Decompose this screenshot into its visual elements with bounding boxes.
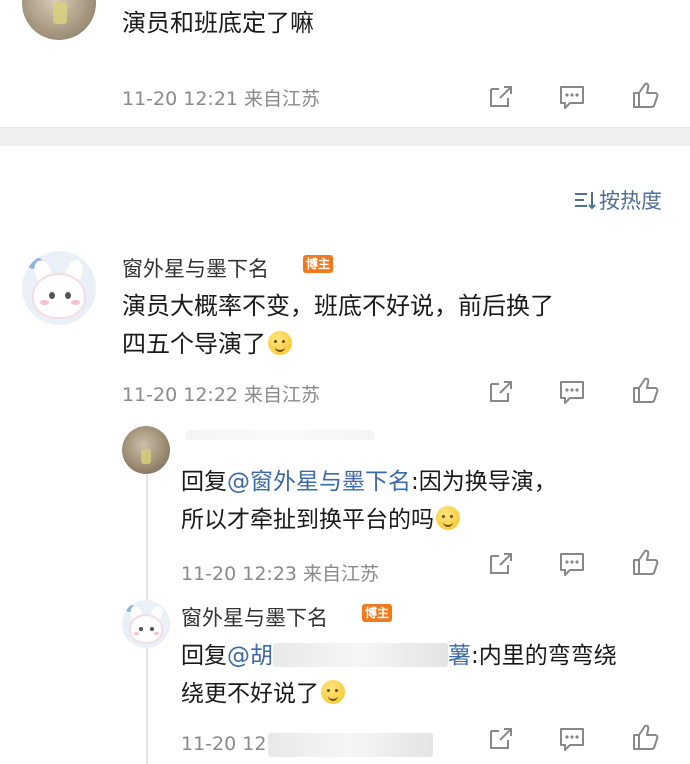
laugh-cry-emoji (321, 680, 345, 704)
comment-icon[interactable] (557, 377, 587, 407)
like-icon[interactable] (630, 80, 660, 110)
comment-meta: 11-20 12:22 来自江苏 (122, 384, 321, 406)
sort-label: 按热度 (599, 189, 662, 213)
reply-meta: 11-20 12 (181, 733, 267, 755)
share-icon[interactable] (486, 549, 516, 579)
comment-icon[interactable] (557, 724, 587, 754)
reply-prefix: 回复 (181, 643, 227, 669)
author-badge: 博主 (362, 604, 393, 622)
reply-text-fragment: :因为换导演， (411, 469, 557, 495)
reply-text: 回复@胡 薯:内里的弯弯绕 绕更不好说了 (181, 637, 681, 713)
sort-icon (573, 189, 597, 216)
sort-by-hot-button[interactable]: 按热度 (573, 185, 662, 216)
reply-text-fragment: 所以才牵扯到换平台的吗 (181, 507, 434, 533)
share-icon[interactable] (486, 377, 516, 407)
reply-text: 回复@窗外星与墨下名:因为换导演， 所以才牵扯到换平台的吗 (181, 463, 557, 539)
reply-meta: 11-20 12:23 来自江苏 (181, 563, 380, 585)
section-divider (0, 127, 690, 146)
reply-text-fragment: 绕更不好说了 (181, 681, 319, 707)
like-icon[interactable] (630, 547, 660, 577)
mention-link[interactable]: @胡 (227, 643, 273, 669)
comment-text-line: 四五个导演了 (122, 325, 554, 363)
comment-text: 演员大概率不变，班底不好说，前后换了 四五个导演了 (122, 287, 554, 363)
commenter-name[interactable]: 窗外星与墨下名 (122, 253, 269, 283)
comment-meta: 11-20 12:21 来自江苏 (122, 88, 321, 110)
mention-link[interactable]: @窗外星与墨下名 (227, 469, 411, 495)
comment-text-fragment: 四五个导演了 (122, 330, 266, 358)
reply-prefix: 回复 (181, 469, 227, 495)
comment-icon[interactable] (557, 549, 587, 579)
reply-thread-line (146, 425, 148, 764)
comment-text: 演员和班底定了嘛 (122, 9, 314, 37)
replier-avatar[interactable] (122, 426, 170, 474)
commenter-name[interactable]: 窗外星与墨下名 (181, 602, 328, 632)
sob-emoji (436, 506, 460, 530)
mention-link-end[interactable]: 薯 (448, 643, 471, 669)
meta-obscured (268, 733, 433, 757)
comment-text-line: 演员大概率不变，班底不好说，前后换了 (122, 292, 554, 320)
reply-text-line: 绕更不好说了 (181, 675, 681, 713)
reply-text-line: 回复@窗外星与墨下名:因为换导演， (181, 463, 557, 501)
mention-obscured (273, 643, 448, 667)
like-icon[interactable] (630, 722, 660, 752)
share-icon[interactable] (486, 724, 516, 754)
reply-text-line: 回复@胡 薯:内里的弯弯绕 (181, 637, 681, 675)
owner-avatar[interactable] (122, 600, 170, 648)
share-icon[interactable] (486, 82, 516, 112)
comment-icon[interactable] (557, 82, 587, 112)
replier-name-obscured (185, 430, 375, 440)
reply-text-fragment: :内里的弯弯绕 (471, 643, 617, 669)
owner-avatar[interactable] (22, 251, 96, 325)
like-icon[interactable] (630, 375, 660, 405)
author-badge: 博主 (303, 255, 334, 273)
commenter-avatar[interactable] (22, 0, 96, 40)
laugh-cry-emoji (268, 331, 292, 355)
reply-text-line: 所以才牵扯到换平台的吗 (181, 501, 557, 539)
